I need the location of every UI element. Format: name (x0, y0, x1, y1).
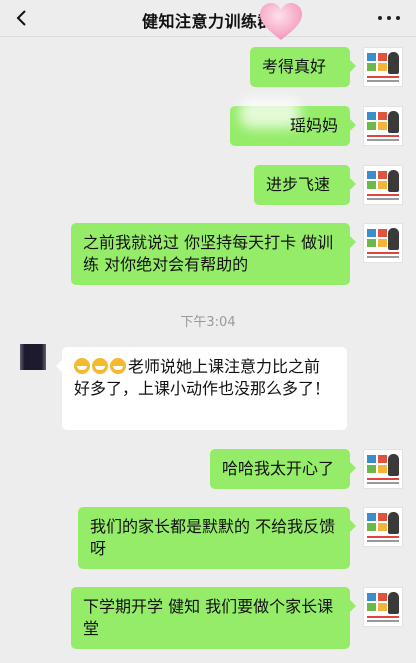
more-dots-icon[interactable] (378, 14, 400, 22)
grin-emoji-icon (110, 358, 126, 374)
avatar[interactable] (363, 507, 403, 547)
timestamp: 下午3:04 (180, 315, 236, 330)
chat-bubble[interactable]: 下学期开学 健知 我们要做个家长课堂 (71, 587, 356, 649)
chat-bubble[interactable]: 哈哈我太开心了 (210, 449, 356, 489)
avatar[interactable] (363, 587, 403, 627)
chat-bubble[interactable]: 进步飞速 (254, 165, 356, 205)
grin-emoji-icon (92, 358, 108, 374)
chat-bubble[interactable]: 我们的家长都是默默的 不给我反馈呀 (78, 507, 356, 569)
avatar[interactable] (363, 47, 403, 87)
chat-bubble-text: 瑶妈妈 (289, 116, 338, 135)
chat-bubble[interactable]: 老师说她上课注意力比之前好多了，上课小动作也没那么多了！ (56, 347, 347, 430)
avatar[interactable] (363, 165, 403, 205)
avatar[interactable] (12, 344, 54, 386)
chat-title: 健知注意力训练群 (141, 12, 274, 31)
chat-header: 健知注意力训练群 (0, 0, 416, 40)
grin-emoji-icon (74, 358, 90, 374)
avatar[interactable] (363, 223, 403, 263)
avatar[interactable] (363, 449, 403, 489)
avatar[interactable] (363, 106, 403, 146)
chat-bubble[interactable]: 之前我就说过 你坚持每天打卡 做训练 对你绝对会有帮助的 (71, 223, 356, 285)
heart-icon (260, 3, 302, 40)
chat-bubble[interactable]: 瑶妈妈 (230, 98, 356, 146)
chat-bubble[interactable]: 考得真好 (250, 47, 356, 87)
